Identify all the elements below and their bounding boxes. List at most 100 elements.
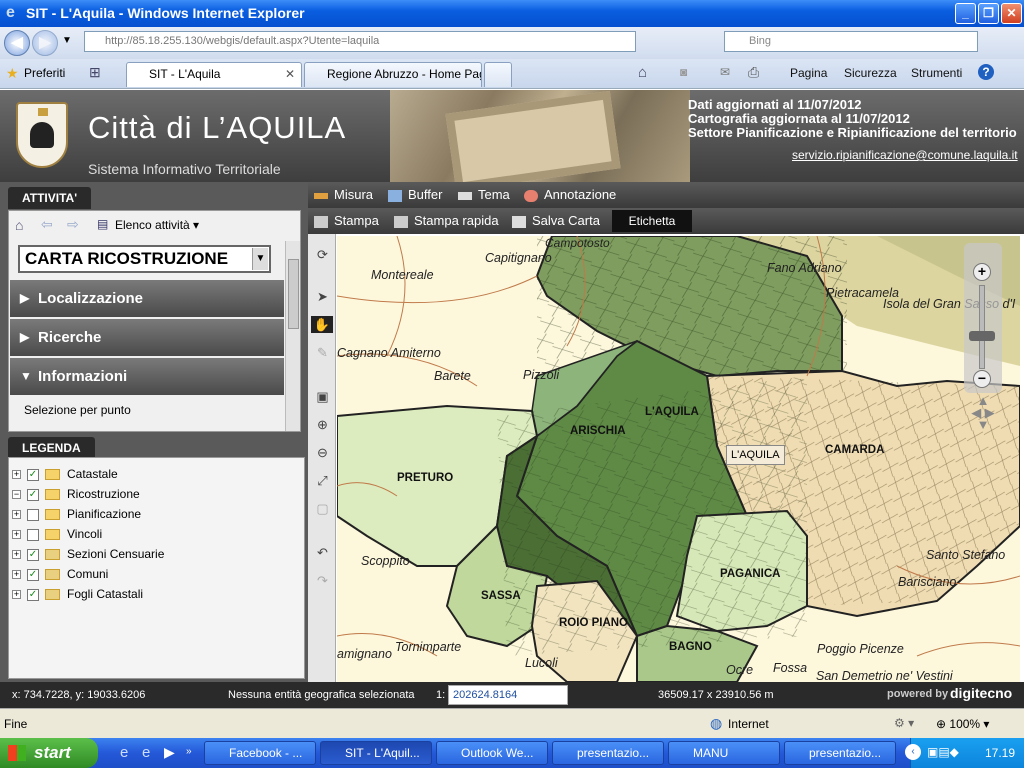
accordion-ricerche[interactable]: ▶ Ricerche <box>10 319 284 356</box>
activity-scrollbar[interactable] <box>285 241 300 431</box>
tab-regione-abruzzo[interactable]: Regione Abruzzo - Home Pag... <box>304 62 482 87</box>
quick-tabs-icon[interactable]: ⊞ <box>89 64 101 81</box>
forward-button[interactable]: ▶ <box>32 30 58 56</box>
task-presentazione-pdf[interactable]: presentazio... <box>552 741 664 765</box>
annotation-tool[interactable]: Annotazione <box>524 187 616 202</box>
zoom-plus-icon[interactable]: + <box>973 263 991 281</box>
zoom-slider[interactable] <box>979 285 985 369</box>
pan-hand-icon[interactable]: ✋ <box>311 316 333 333</box>
next-view-icon[interactable]: ↷ <box>314 572 331 589</box>
zoom-selection-icon[interactable]: ▢ <box>314 500 331 517</box>
start-button[interactable]: start <box>0 738 98 768</box>
quicklaunch-ie-icon[interactable]: e <box>120 744 128 761</box>
legend-item-comuni[interactable]: + ✓ Comuni <box>12 565 108 583</box>
measure-tool[interactable]: Misura <box>314 187 373 202</box>
municipality-label: PAGANICA <box>720 568 781 580</box>
municipality-label: L'AQUILA <box>645 406 699 418</box>
tray-icons[interactable]: ▣▤◆ <box>927 745 959 759</box>
legend-item-sezioni-censuarie[interactable]: + ✓ Sezioni Censuarie <box>12 545 164 563</box>
legend-item-ricostruzione[interactable]: − ✓ Ricostruzione <box>12 485 140 503</box>
activity-select[interactable]: CARTA RICOSTRUZIONE ▼ <box>18 245 271 273</box>
favorites-button[interactable]: Preferiti <box>24 66 65 80</box>
zoom-in-icon[interactable]: ⊕ <box>314 416 331 433</box>
maximize-button[interactable]: ❐ <box>978 3 999 24</box>
refresh-map-icon[interactable]: ⟳ <box>314 246 331 263</box>
place-label: Barete <box>434 369 471 383</box>
accordion-informazioni[interactable]: ▼ Informazioni <box>10 358 284 395</box>
window-title-bar: e SIT - L'Aquila - Windows Internet Expl… <box>0 0 1024 27</box>
mail-icon[interactable]: ✉ <box>720 65 730 79</box>
menu-sicurezza[interactable]: Sicurezza <box>844 66 897 80</box>
activity-tab[interactable]: ATTIVITA' <box>8 187 92 209</box>
tray-expand-icon[interactable]: ‹ <box>905 744 921 760</box>
scale-input[interactable]: 202624.8164 <box>448 685 568 705</box>
new-tab-button[interactable] <box>484 62 512 87</box>
feeds-icon[interactable]: ◙ <box>680 65 687 79</box>
history-dropdown-icon[interactable]: ▼ <box>62 35 72 46</box>
task-presentazione-ppt[interactable]: presentazio... <box>784 741 896 765</box>
data-update-date: Dati aggiornati al 11/07/2012 <box>688 97 862 112</box>
map-canvas[interactable]: Campotosto Capitignano Montereale Fano A… <box>337 236 1020 682</box>
windows-logo-icon <box>8 745 26 761</box>
task-sit-laquila[interactable]: SIT - L'Aquil... <box>320 741 432 765</box>
zoom-minus-icon[interactable]: − <box>973 370 991 388</box>
help-icon[interactable]: ? <box>978 64 994 80</box>
zoom-slider-handle[interactable] <box>969 331 995 341</box>
tab-close-icon[interactable]: ✕ <box>285 63 295 86</box>
legend-item-pianificazione[interactable]: + Pianificazione <box>12 505 141 523</box>
close-button[interactable]: ✕ <box>1001 3 1022 24</box>
home-icon[interactable]: ⌂ <box>15 217 23 233</box>
coat-of-arms-logo <box>16 102 68 168</box>
full-extent-icon[interactable]: ⤢ <box>314 472 331 489</box>
label-tool[interactable]: Etichetta <box>612 210 692 232</box>
caret-right-icon: ▶ <box>20 291 30 305</box>
task-manu-folder[interactable]: MANU <box>668 741 780 765</box>
menu-pagina[interactable]: Pagina <box>790 66 827 80</box>
buffer-tool[interactable]: Buffer <box>388 187 442 202</box>
legend-tab[interactable]: LEGENDA <box>8 437 95 459</box>
select-by-point-link[interactable]: Selezione per punto <box>24 403 131 417</box>
edit-icon[interactable]: ✎ <box>314 344 331 361</box>
pointer-icon[interactable]: ➤ <box>314 288 331 305</box>
legend-item-fogli-catastali[interactable]: + ✓ Fogli Catastali <box>12 585 143 603</box>
tab-sit-laquila[interactable]: SIT - L'Aquila ✕ <box>126 62 302 87</box>
pan-arrows-icon[interactable]: ▲ ◀ ▶ ▼ <box>963 394 1003 433</box>
forward-arrow-icon[interactable]: ⇨ <box>67 216 79 233</box>
back-arrow-icon[interactable]: ⇦ <box>41 216 53 233</box>
cursor-coordinates: x: 734.7228, y: 19033.6206 <box>12 689 146 701</box>
caret-right-icon: ▶ <box>20 330 30 344</box>
print-icon[interactable]: ⎙ <box>748 64 759 81</box>
place-label: Pizzoli <box>523 368 560 382</box>
system-tray: ‹ ▣▤◆ 17.19 <box>905 738 1024 768</box>
task-outlook[interactable]: Outlook We... <box>436 741 548 765</box>
address-input[interactable]: http://85.18.255.130/webgis/default.aspx… <box>84 31 636 52</box>
quicklaunch-more-icon[interactable]: » <box>186 746 192 757</box>
contact-email-link[interactable]: servizio.ripianificazione@comune.laquila… <box>792 148 1018 162</box>
legend-item-catastale[interactable]: + ✓ Catastale <box>12 465 118 483</box>
previous-view-icon[interactable]: ↶ <box>314 544 331 561</box>
place-label: Campotosto <box>545 236 610 250</box>
floppy-icon <box>512 215 526 228</box>
zoom-level[interactable]: ⊕ 100% ▾ <box>936 717 989 731</box>
task-facebook[interactable]: Facebook - ... <box>204 741 316 765</box>
protected-mode-icon[interactable]: ⚙ ▾ <box>894 716 914 730</box>
zoom-box-icon[interactable]: ▣ <box>314 388 331 405</box>
quicklaunch-ie2-icon[interactable]: e <box>142 744 150 761</box>
accordion-localizzazione[interactable]: ▶ Localizzazione <box>10 280 284 317</box>
scale-prefix: 1: <box>436 689 446 701</box>
back-button[interactable]: ◀ <box>4 30 30 56</box>
quicklaunch-media-icon[interactable]: ▶ <box>164 744 175 761</box>
save-map-tool[interactable]: Salva Carta <box>512 213 600 228</box>
search-input[interactable]: Bing <box>724 31 978 52</box>
menu-strumenti[interactable]: Strumenti <box>911 66 962 80</box>
activity-list-dropdown[interactable]: Elenco attività ▾ <box>115 218 199 232</box>
zoom-out-icon[interactable]: ⊖ <box>314 444 331 461</box>
quick-print-tool[interactable]: Stampa rapida <box>394 213 499 228</box>
theme-tool[interactable]: Tema <box>458 187 510 202</box>
legend-item-vincoli[interactable]: + Vincoli <box>12 525 102 543</box>
minimize-button[interactable]: _ <box>955 3 976 24</box>
place-label: Ocre <box>726 663 754 677</box>
home-icon[interactable]: ⌂ <box>638 64 647 81</box>
favorites-star-icon[interactable]: ★ <box>6 65 19 82</box>
print-tool[interactable]: Stampa <box>314 213 379 228</box>
